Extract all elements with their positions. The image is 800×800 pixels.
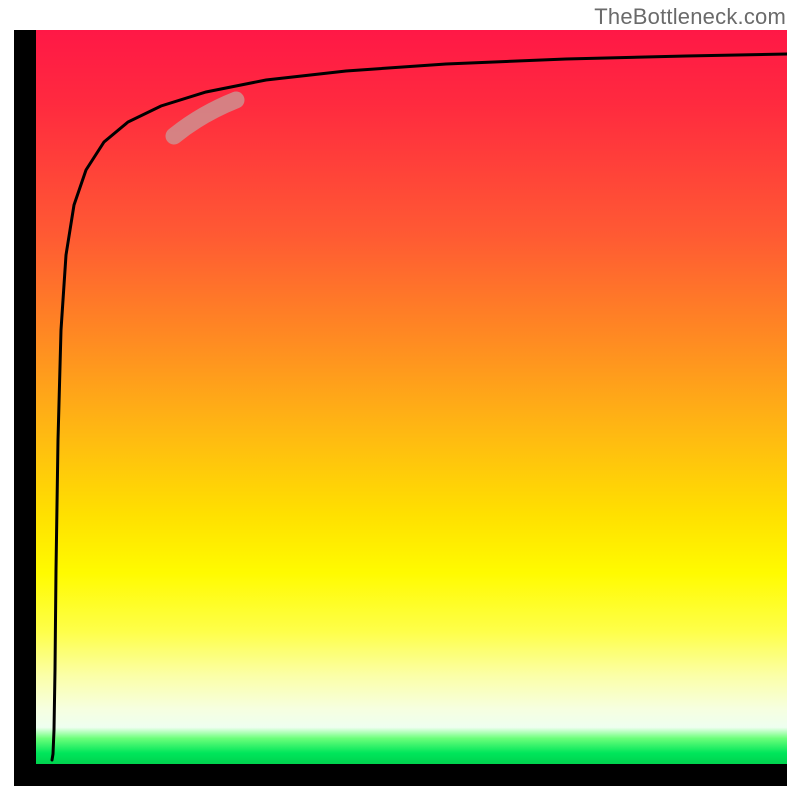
plot-area — [36, 30, 787, 764]
bottleneck-curve — [52, 54, 787, 760]
curve-highlight — [174, 100, 236, 136]
watermark-text: TheBottleneck.com — [594, 4, 786, 30]
curve-svg — [36, 30, 787, 764]
chart-frame — [14, 30, 787, 786]
